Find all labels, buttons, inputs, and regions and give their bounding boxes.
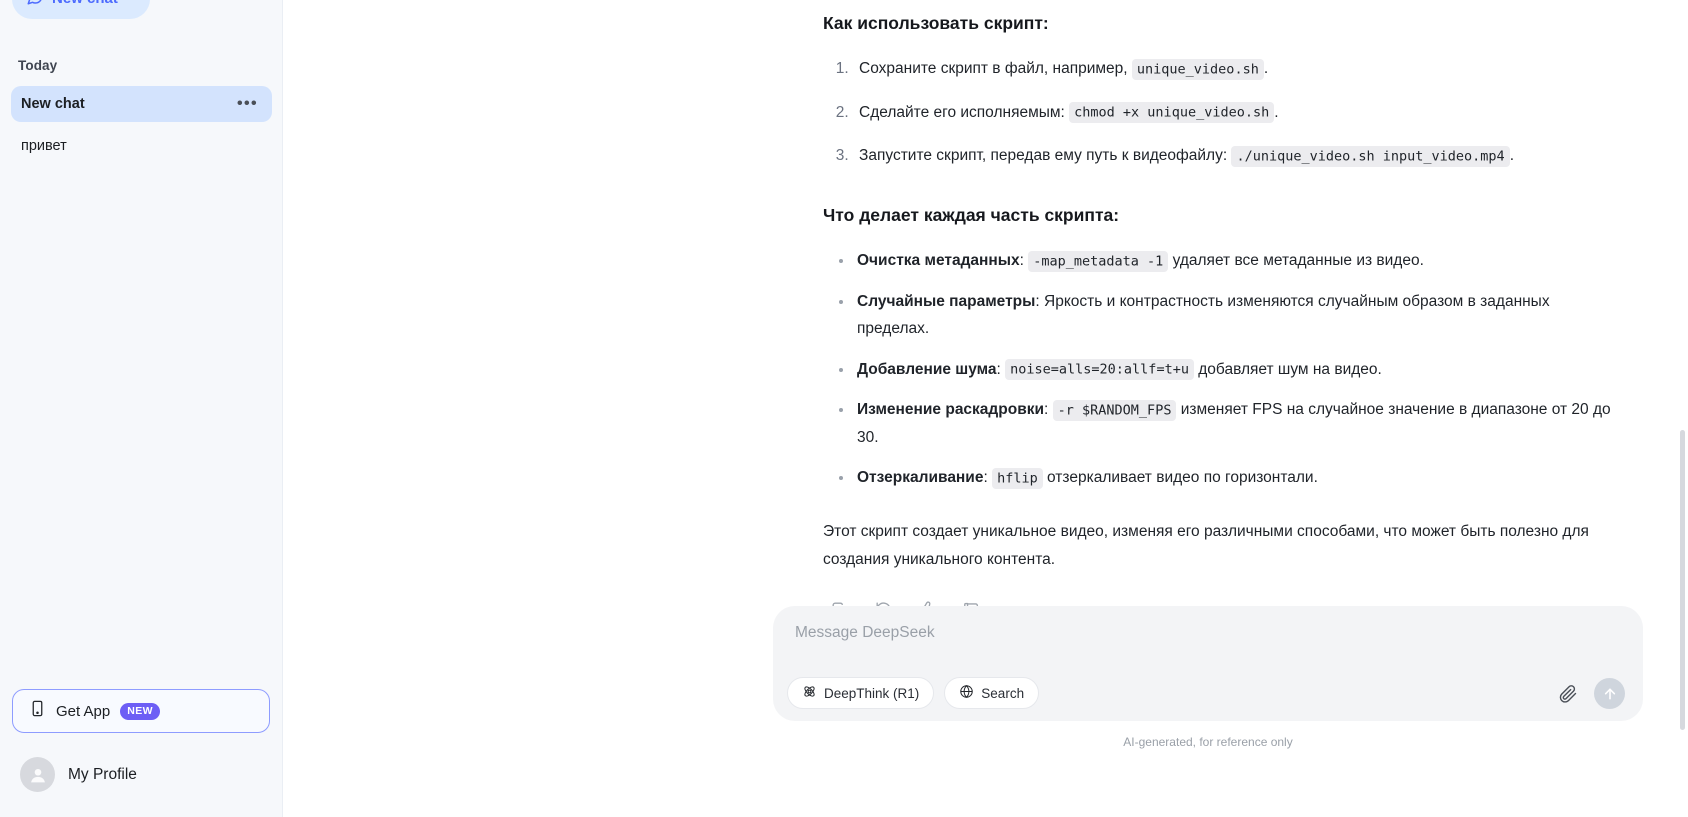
globe-icon <box>959 684 974 702</box>
step-text: Сделайте его исполняемым: <box>859 103 1070 121</box>
step-text-end: . <box>1263 60 1269 78</box>
my-profile-button[interactable]: My Profile <box>20 757 137 792</box>
step-text-end: . <box>1509 147 1514 165</box>
mobile-phone-icon <box>29 700 46 722</box>
main-panel: Как использовать скрипт: Сохраните скрип… <box>283 0 1688 817</box>
get-app-button[interactable]: Get App NEW <box>12 689 270 733</box>
assistant-message: Как использовать скрипт: Сохраните скрип… <box>823 0 1623 623</box>
get-app-label: Get App <box>56 702 111 720</box>
composer-tools: DeepThink (R1) Search <box>787 677 1040 709</box>
new-badge: NEW <box>120 702 160 720</box>
page-scrollbar[interactable] <box>1680 430 1685 730</box>
part-item: Добавление шума: noise=alls=20:allf=t+u … <box>839 356 1623 384</box>
heading-what-each-part-does: Что делает каждая часть скрипта: <box>823 204 1120 225</box>
part-item: Изменение раскадровки: -r $RANDOM_FPS из… <box>839 396 1623 451</box>
step-item: Сделайте его исполняемым: chmod +x uniqu… <box>853 99 1623 127</box>
inline-code: -map_metadata -1 <box>1028 250 1169 272</box>
paperclip-icon[interactable] <box>1558 684 1578 704</box>
atom-icon <box>802 684 817 702</box>
message-composer: DeepThink (R1) Search <box>773 606 1643 721</box>
sidebar: New chat Today New chat ••• привет Get A… <box>0 0 283 817</box>
chat-item-title: привет <box>21 138 67 154</box>
chat-list-item-new-chat[interactable]: New chat ••• <box>11 86 272 122</box>
inline-code: unique_video.sh <box>1131 58 1264 80</box>
inline-code: hflip <box>992 467 1043 489</box>
part-term: Добавление шума <box>857 360 997 378</box>
inline-code: noise=alls=20:allf=t+u <box>1005 359 1194 381</box>
part-text: отзеркаливает видео по горизонтали. <box>1042 469 1318 487</box>
chat-group-label: Today <box>18 58 58 73</box>
inline-code: ./unique_video.sh input_video.mp4 <box>1231 145 1510 167</box>
part-item: Отзеркаливание: hflip отзеркаливает виде… <box>839 464 1623 492</box>
part-sep: : <box>1044 401 1053 419</box>
inline-code: chmod +x unique_video.sh <box>1069 102 1275 124</box>
my-profile-label: My Profile <box>68 765 137 783</box>
chat-item-title: New chat <box>21 96 85 112</box>
step-text: Запустите скрипт, передав ему путь к вид… <box>859 147 1232 165</box>
user-avatar-icon <box>20 757 55 792</box>
chat-list: New chat ••• привет <box>11 86 272 170</box>
new-chat-label: New chat <box>52 0 118 7</box>
chat-list-item-privet[interactable]: привет <box>11 128 272 164</box>
part-sep: : <box>1035 292 1045 310</box>
part-term: Изменение раскадровки <box>857 401 1045 419</box>
chat-bubble-plus-icon <box>26 0 44 10</box>
inline-code: -r $RANDOM_FPS <box>1052 399 1177 421</box>
part-sep: : <box>983 469 993 487</box>
part-term: Отзеркаливание <box>857 469 984 487</box>
parts-list: Очистка метаданных: -map_metadata -1 уда… <box>839 247 1623 492</box>
step-item: Сохраните скрипт в файл, например, uniqu… <box>853 55 1623 83</box>
disclaimer-text: AI-generated, for reference only <box>1123 735 1293 749</box>
part-text: добавляет шум на видео. <box>1193 360 1382 378</box>
app-root: New chat Today New chat ••• привет Get A… <box>0 0 1688 817</box>
send-button[interactable] <box>1594 678 1625 709</box>
new-chat-button[interactable]: New chat <box>12 0 150 19</box>
search-toggle[interactable]: Search <box>944 677 1040 709</box>
heading-how-to-use: Как использовать скрипт: <box>823 13 1049 33</box>
step-text-end: . <box>1274 103 1279 121</box>
ellipsis-icon[interactable]: ••• <box>237 96 258 112</box>
composer-right-tools <box>1558 678 1625 709</box>
part-text: удаляет все метаданные из видео. <box>1168 252 1424 270</box>
message-input[interactable] <box>795 624 1605 642</box>
part-term: Случайные параметры <box>857 292 1036 310</box>
part-sep: : <box>996 360 1006 378</box>
part-item: Случайные параметры: Яркость и контрастн… <box>839 288 1623 343</box>
step-text: Сохраните скрипт в файл, например, <box>859 60 1132 78</box>
step-item: Запустите скрипт, передав ему путь к вид… <box>853 142 1623 170</box>
search-label: Search <box>981 685 1025 701</box>
deepthink-toggle[interactable]: DeepThink (R1) <box>787 677 935 709</box>
part-term: Очистка метаданных <box>857 252 1020 270</box>
deepthink-label: DeepThink (R1) <box>824 685 920 701</box>
steps-list: Сохраните скрипт в файл, например, uniqu… <box>853 55 1623 170</box>
part-item: Очистка метаданных: -map_metadata -1 уда… <box>839 247 1623 275</box>
part-sep: : <box>1019 252 1029 270</box>
closing-paragraph: Этот скрипт создает уникальное видео, из… <box>823 523 1589 568</box>
